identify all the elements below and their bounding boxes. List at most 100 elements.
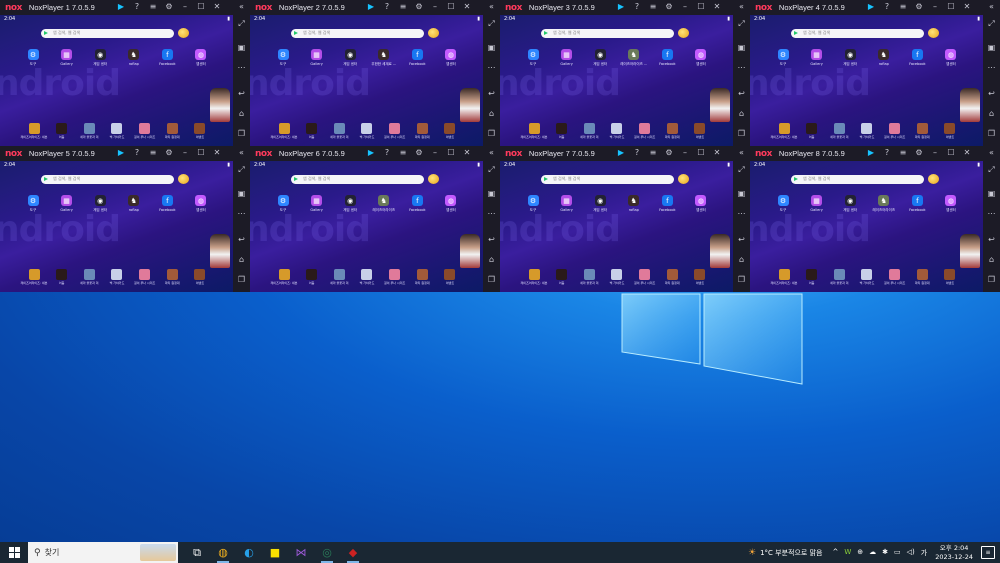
menu-icon[interactable]: ≡	[648, 148, 658, 158]
settings-icon[interactable]: ⚙	[914, 148, 924, 158]
home-app[interactable]: ▦ Gallery	[806, 195, 828, 213]
settings-icon[interactable]: ⚙	[164, 2, 174, 12]
dock-app[interactable]: 파티 원정대	[410, 269, 434, 285]
dock-app[interactable]: 어둠	[50, 269, 74, 285]
fullscreen-icon[interactable]: ⤢	[983, 165, 1000, 174]
help-icon[interactable]: ?	[132, 2, 142, 12]
window-title-bar[interactable]: nox NoxPlayer 5 7.0.5.9 ▶ ? ≡ ⚙ – ☐ ✕	[0, 146, 250, 161]
fullscreen-icon[interactable]: ⤢	[483, 19, 500, 28]
maximize-icon[interactable]: ☐	[196, 148, 206, 158]
home-app[interactable]: ◍ 앱센터	[440, 195, 462, 213]
back-icon[interactable]: ↩	[483, 89, 500, 98]
android-search-bar[interactable]: 앱 검색, 웹 검색	[791, 29, 924, 38]
screenshot-icon[interactable]: ▣	[483, 189, 500, 198]
settings-icon[interactable]: ⚙	[664, 148, 674, 158]
android-screen[interactable]: 2:04 ▮ ndroid 앱 검색, 웹 검색 ⚙ 도구 ▦ Gallery ◉ …	[250, 161, 483, 292]
play-store-icon[interactable]: ▶	[116, 148, 126, 158]
maximize-icon[interactable]: ☐	[696, 148, 706, 158]
collapse-icon[interactable]: «	[483, 148, 500, 157]
home-app[interactable]: f Facebook	[906, 195, 928, 213]
home-app[interactable]: ⚙ 도구	[772, 195, 794, 213]
home-icon[interactable]: ⌂	[233, 255, 250, 264]
menu-icon[interactable]: ≡	[148, 2, 158, 12]
android-search-bar[interactable]: 앱 검색, 웹 검색	[41, 175, 174, 184]
dock-app[interactable]: 걸이 루나 시리즈	[383, 123, 407, 139]
home-app[interactable]: ⚙ 도구	[272, 195, 294, 213]
home-app[interactable]: ♞ 레이즈어라이즈	[373, 195, 395, 213]
back-icon[interactable]: ↩	[233, 235, 250, 244]
back-icon[interactable]: ↩	[983, 235, 1000, 244]
home-app[interactable]: ▦ Gallery	[306, 195, 328, 213]
fullscreen-icon[interactable]: ⤢	[733, 165, 750, 174]
back-icon[interactable]: ↩	[733, 89, 750, 98]
dock-app[interactable]: 이벤트	[188, 123, 212, 139]
maximize-icon[interactable]: ☐	[446, 2, 456, 12]
more-icon[interactable]: ⋯	[483, 209, 500, 218]
dock-app[interactable]: 걸이 루나 시리즈	[133, 269, 157, 285]
android-screen[interactable]: 2:04 ▮ ndroid 앱 검색, 웹 검색 ⚙ 도구 ▦ Gallery ◉ …	[0, 15, 233, 146]
close-icon[interactable]: ✕	[462, 148, 472, 158]
collapse-icon[interactable]: «	[983, 2, 1000, 11]
home-app[interactable]: ◍ 앱센터	[190, 49, 212, 67]
screenshot-icon[interactable]: ▣	[983, 43, 1000, 52]
play-store-icon[interactable]: ▶	[866, 2, 876, 12]
dock-app[interactable]: 파티 원정대	[910, 123, 934, 139]
dock-app[interactable]: 레이즈어라이즈: 세븐	[21, 123, 47, 139]
maximize-icon[interactable]: ☐	[946, 148, 956, 158]
dock-app[interactable]: 백 가챠카드	[855, 123, 879, 139]
dock-app[interactable]: 세라 불꽃과 미	[327, 269, 351, 285]
fullscreen-icon[interactable]: ⤢	[733, 19, 750, 28]
home-app[interactable]: ♞ roflap	[873, 49, 895, 67]
home-icon[interactable]: ⌂	[483, 109, 500, 118]
help-icon[interactable]: ?	[632, 2, 642, 12]
coin-icon[interactable]	[178, 28, 189, 38]
dock-app[interactable]: 이벤트	[938, 269, 962, 285]
home-app[interactable]: f Facebook	[656, 195, 678, 213]
coin-icon[interactable]	[678, 28, 689, 38]
taskbar-app-button[interactable]: ◍	[210, 542, 236, 563]
taskbar-search-box[interactable]: ⚲ 찾기	[28, 542, 178, 563]
screenshot-icon[interactable]: ▣	[483, 43, 500, 52]
more-icon[interactable]: ⋯	[983, 209, 1000, 218]
menu-icon[interactable]: ≡	[648, 2, 658, 12]
more-icon[interactable]: ⋯	[233, 209, 250, 218]
window-title-bar[interactable]: nox NoxPlayer 7 7.0.5.9 ▶ ? ≡ ⚙ – ☐ ✕	[500, 146, 750, 161]
close-icon[interactable]: ✕	[962, 2, 972, 12]
back-icon[interactable]: ↩	[733, 235, 750, 244]
nox-window[interactable]: nox NoxPlayer 2 7.0.5.9 ▶ ? ≡ ⚙ – ☐ ✕ 2:…	[250, 0, 500, 146]
screenshot-icon[interactable]: ▣	[733, 43, 750, 52]
dock-app[interactable]: 백 가챠카드	[605, 269, 629, 285]
recent-apps-icon[interactable]: ❐	[483, 129, 500, 138]
fullscreen-icon[interactable]: ⤢	[483, 165, 500, 174]
home-icon[interactable]: ⌂	[983, 109, 1000, 118]
home-app[interactable]: ♞ roflap	[123, 195, 145, 213]
recent-apps-icon[interactable]: ❐	[483, 275, 500, 284]
close-icon[interactable]: ✕	[712, 2, 722, 12]
home-app[interactable]: ▦ Gallery	[56, 49, 78, 67]
dock-app[interactable]: 어둠	[50, 123, 74, 139]
back-icon[interactable]: ↩	[983, 89, 1000, 98]
home-icon[interactable]: ⌂	[733, 255, 750, 264]
dock-app[interactable]: 세라 불꽃과 미	[327, 123, 351, 139]
android-search-bar[interactable]: 앱 검색, 웹 검색	[541, 175, 674, 184]
home-app[interactable]: ◍ 앱센터	[940, 49, 962, 67]
fullscreen-icon[interactable]: ⤢	[233, 165, 250, 174]
taskbar-clock[interactable]: 오후 2:04 2023-12-24	[935, 544, 973, 562]
close-icon[interactable]: ✕	[712, 148, 722, 158]
screenshot-icon[interactable]: ▣	[233, 43, 250, 52]
dock-app[interactable]: 파티 원정대	[410, 123, 434, 139]
dock-app[interactable]: 이벤트	[688, 269, 712, 285]
android-search-bar[interactable]: 앱 검색, 웹 검색	[291, 175, 424, 184]
dock-app[interactable]: 레이즈어라이즈: 세븐	[21, 269, 47, 285]
minimize-icon[interactable]: –	[180, 148, 190, 158]
android-search-bar[interactable]: 앱 검색, 웹 검색	[41, 29, 174, 38]
home-app[interactable]: ◍ 앱센터	[940, 195, 962, 213]
home-app[interactable]: ◉ 게임 센터	[339, 195, 361, 213]
fullscreen-icon[interactable]: ⤢	[983, 19, 1000, 28]
home-app[interactable]: ⚙ 도구	[22, 195, 44, 213]
play-store-icon[interactable]: ▶	[616, 148, 626, 158]
recent-apps-icon[interactable]: ❐	[233, 129, 250, 138]
android-screen[interactable]: 2:04 ▮ ndroid 앱 검색, 웹 검색 ⚙ 도구 ▦ Gallery ◉ …	[500, 15, 733, 146]
home-icon[interactable]: ⌂	[483, 255, 500, 264]
collapse-icon[interactable]: «	[733, 148, 750, 157]
